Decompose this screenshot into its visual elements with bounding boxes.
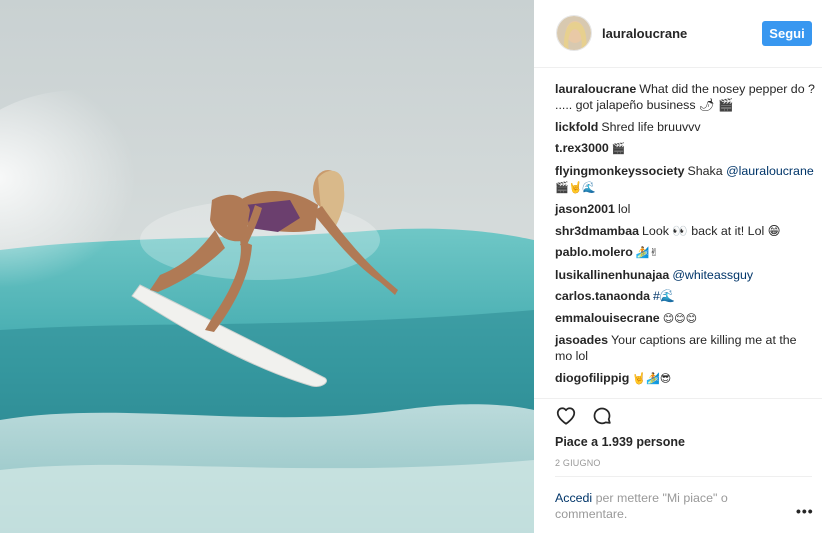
actions-divider [534,398,822,399]
comment-username[interactable]: shr3dmambaa [555,224,639,238]
login-prompt: Accedi per mettere "Mi piace" o commenta… [555,490,775,522]
login-link[interactable]: Accedi [555,491,592,505]
comment-username[interactable]: jason2001 [555,202,615,216]
login-divider [555,476,812,477]
post-date[interactable]: 2 GIUGNO [555,458,601,468]
avatar-image [557,16,591,50]
comment-item: lickfold Shred life bruuvvv [555,119,815,135]
comment-item: jasoades Your captions are killing me at … [555,332,815,364]
comment-hashtag[interactable]: #🌊 [653,289,675,303]
post-side-panel: lauraloucrane Segui lauraloucrane What di… [534,0,822,533]
likes-count[interactable]: Piace a 1.939 persone [555,435,685,449]
comment-item: emmalouisecrane 😊😊😊 [555,310,815,327]
comment-item: shr3dmambaa Look 👀 back at it! Lol 😁 [555,223,815,239]
comments-list: lauraloucrane What did the nosey pepper d… [555,81,815,392]
comment-text: 🏄✌ [635,246,659,259]
comment-item: carlos.tanaonda #🌊 [555,288,815,304]
comment-item: flyingmonkeyssociety Shaka @lauraloucrane… [555,163,815,196]
surf-photo-illustration [0,0,534,533]
comment-username[interactable]: emmalouisecrane [555,311,660,325]
more-options-icon[interactable]: ••• [796,503,814,519]
comment-item: lusikallinenhunajaa @whiteassguy [555,267,815,283]
avatar[interactable] [556,15,592,51]
comment-username[interactable]: pablo.molero [555,245,633,259]
comment-item: t.rex3000 🎬 [555,140,815,157]
post-photo[interactable] [0,0,534,533]
comment-text: Look 👀 back at it! Lol 😁 [642,223,781,238]
comment-item: lauraloucrane What did the nosey pepper d… [555,81,815,113]
comment-username[interactable]: t.rex3000 [555,141,609,155]
comment-mention[interactable]: @whiteassguy [672,268,753,282]
comment-username[interactable]: carlos.tanaonda [555,289,650,303]
comment-bubble-icon[interactable] [591,405,613,427]
comment-text: 😊😊😊 [662,311,698,325]
post-header: lauraloucrane Segui [534,0,822,68]
comment-username[interactable]: flyingmonkeyssociety [555,164,684,178]
comment-username[interactable]: lickfold [555,120,598,134]
comment-username[interactable]: jasoades [555,333,608,347]
comment-text: 🤘🏄😎 [632,371,672,385]
comment-username[interactable]: lusikallinenhunajaa [555,268,669,282]
action-bar [555,405,613,427]
comment-item: diogofilippig 🤘🏄😎 [555,370,815,387]
comment-username[interactable]: lauraloucrane [555,82,636,96]
comment-text: Shaka [687,163,723,178]
comment-text: 🎬 [611,142,626,155]
comment-text-tail: 🎬🤘🌊 [555,180,597,194]
comment-mention[interactable]: @lauraloucrane [726,164,814,178]
comment-item: pablo.molero 🏄✌ [555,244,815,261]
follow-button[interactable]: Segui [762,21,812,46]
comment-text: Shred life bruuvvv [601,119,701,134]
comment-item: jason2001 lol [555,201,815,217]
instagram-post: lauraloucrane Segui lauraloucrane What di… [0,0,822,533]
heart-icon[interactable] [555,405,577,427]
comment-text: lol [617,202,631,216]
post-author-username[interactable]: lauraloucrane [602,26,687,41]
comment-username[interactable]: diogofilippig [555,371,629,385]
